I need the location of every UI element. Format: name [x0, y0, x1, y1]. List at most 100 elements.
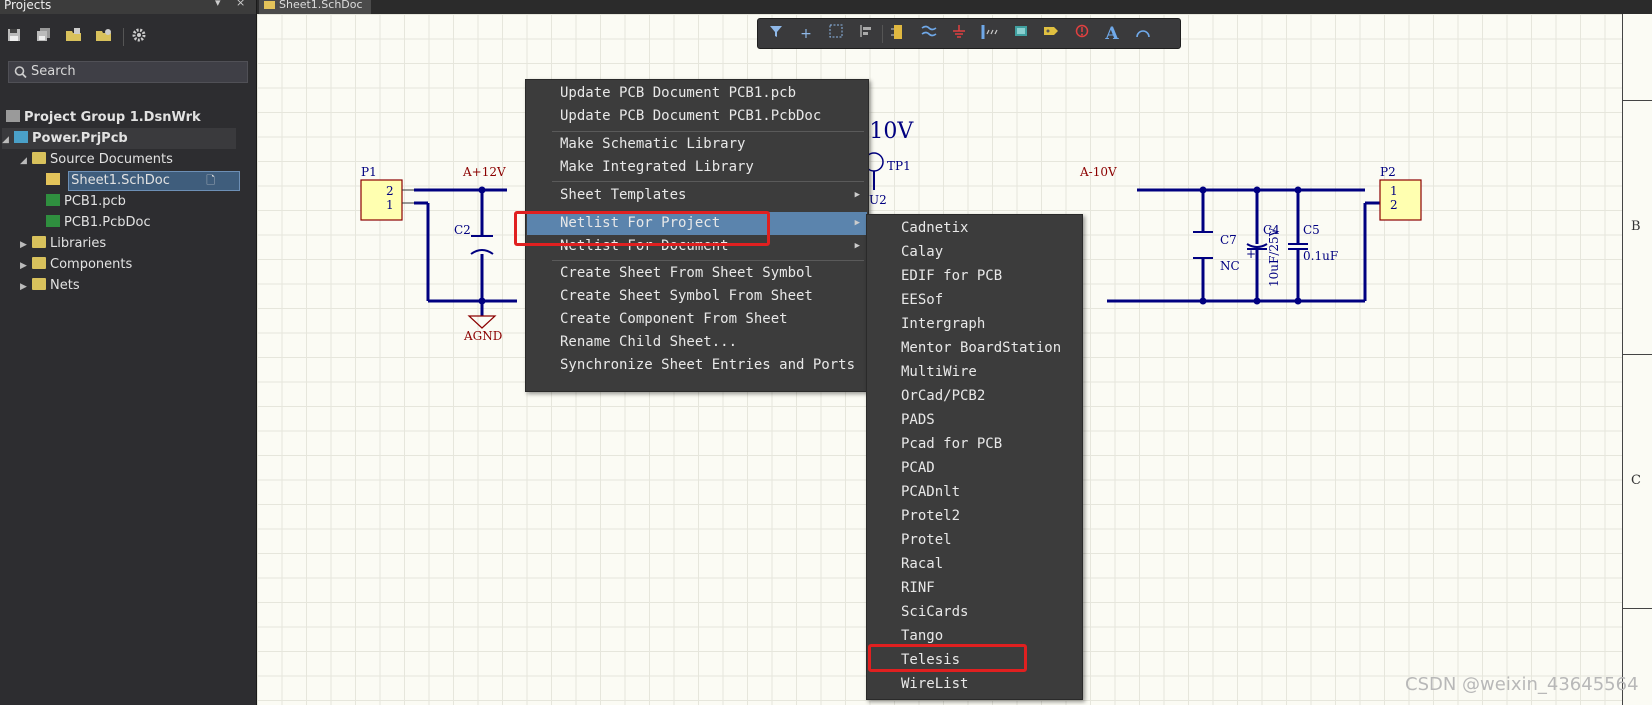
- expand-arrow-icon[interactable]: ▶: [20, 277, 32, 298]
- toolbar-divider: [882, 25, 883, 43]
- folder-icon: [32, 152, 46, 164]
- open-project-icon[interactable]: [66, 28, 82, 44]
- wire-icon[interactable]: [919, 24, 939, 44]
- menu-item-create-component-from-sheet[interactable]: Create Component From Sheet: [527, 308, 867, 331]
- menu-item-make-integrated-library[interactable]: Make Integrated Library: [527, 156, 867, 179]
- tree-item-power-project[interactable]: ◢ Power.PrjPcb: [2, 128, 236, 149]
- agnd-symbol: [467, 315, 497, 329]
- capacitor-c2: [470, 235, 494, 255]
- u2-label: U2: [869, 193, 887, 207]
- menu-item-rename-child-sheet[interactable]: Rename Child Sheet...: [527, 331, 867, 354]
- submenu-item-eesof[interactable]: EESof: [868, 289, 1081, 312]
- bus-icon[interactable]: [980, 24, 1000, 44]
- menu-item-sheet-templates[interactable]: Sheet Templates ▶: [527, 184, 867, 207]
- menu-item-synchronize-sheet-entries[interactable]: Synchronize Sheet Entries and Ports: [527, 354, 867, 377]
- text-icon[interactable]: A: [1102, 24, 1122, 44]
- search-input[interactable]: Search: [8, 61, 248, 83]
- submenu-item-protel[interactable]: Protel: [868, 529, 1081, 552]
- menu-separator: [552, 260, 864, 261]
- folder-icon: [32, 236, 46, 248]
- c5-value: 0.1uF: [1303, 249, 1338, 263]
- search-placeholder: Search: [31, 64, 76, 79]
- sheet-border: B C: [1622, 14, 1652, 705]
- submenu-item-pads[interactable]: PADS: [868, 409, 1081, 432]
- net-label-a-minus10v: A-10V: [1079, 165, 1117, 179]
- expand-arrow-icon[interactable]: ▶: [20, 235, 32, 256]
- no-erc-icon[interactable]: [1072, 24, 1092, 44]
- tree-item-pcb1-pcbdoc[interactable]: PCB1.PcbDoc: [46, 212, 246, 233]
- submenu-item-pcad-for-pcb[interactable]: Pcad for PCB: [868, 433, 1081, 456]
- save-all-icon[interactable]: [36, 28, 52, 44]
- submenu-item-tango[interactable]: Tango: [868, 625, 1081, 648]
- submenu-item-protel2[interactable]: Protel2: [868, 505, 1081, 528]
- submenu-item-intergraph[interactable]: Intergraph: [868, 313, 1081, 336]
- tab-sheet1-schdoc[interactable]: Sheet1.SchDoc: [259, 0, 371, 14]
- panel-menu-icon[interactable]: ▾: [215, 0, 221, 8]
- projects-panel-title-bar: Projects ▾ ×: [0, 0, 256, 14]
- submenu-arrow-icon: ▶: [854, 241, 860, 251]
- submenu-item-calay[interactable]: Calay: [868, 241, 1081, 264]
- tree-item-components[interactable]: ▶ Components: [20, 254, 250, 275]
- select-rect-icon[interactable]: [826, 24, 846, 44]
- submenu-arrow-icon: ▶: [854, 218, 860, 228]
- submenu-item-racal[interactable]: Racal: [868, 553, 1081, 576]
- arc-icon[interactable]: [1133, 24, 1153, 44]
- p2-pin-1: 1: [1390, 184, 1398, 198]
- place-part-icon[interactable]: [888, 24, 908, 44]
- expand-arrow-icon[interactable]: ▶: [20, 256, 32, 277]
- tree-item-nets[interactable]: ▶ Nets: [20, 275, 250, 296]
- panel-close-icon[interactable]: ×: [236, 0, 245, 8]
- tree-item-sheet1[interactable]: Sheet1.SchDoc 🗋: [46, 170, 241, 191]
- tp1-label: TP1: [887, 159, 911, 173]
- collapse-arrow-icon[interactable]: ◢: [20, 151, 32, 172]
- projects-toolbar: [0, 24, 256, 50]
- align-icon[interactable]: [856, 24, 876, 44]
- c2-label: C2: [454, 223, 471, 237]
- submenu-item-cadnetix[interactable]: Cadnetix: [868, 217, 1081, 240]
- menu-item-update-pcb-pcb[interactable]: Update PCB Document PCB1.pcb: [527, 82, 867, 105]
- submenu-item-telesis[interactable]: Telesis: [868, 649, 1081, 672]
- c4-polarity: +: [1246, 247, 1256, 261]
- big-minus10v-text: -10V: [862, 119, 914, 144]
- menu-item-make-schematic-library[interactable]: Make Schematic Library: [527, 133, 867, 156]
- tree-item-pcb1-pcb[interactable]: PCB1.pcb: [46, 191, 246, 212]
- netlist-submenu: Cadnetix Calay EDIF for PCB EESof Interg…: [866, 214, 1083, 700]
- c7-label: C7: [1220, 233, 1237, 247]
- menu-item-netlist-for-document[interactable]: Netlist For Document ▶: [527, 235, 867, 258]
- menu-item-netlist-for-project[interactable]: Netlist For Project ▶: [527, 212, 867, 235]
- port-icon[interactable]: [1041, 24, 1061, 44]
- power-port-icon[interactable]: [949, 24, 969, 44]
- document-icon: 🗋: [206, 174, 216, 187]
- menu-item-create-symbol-from-sheet[interactable]: Create Sheet Symbol From Sheet: [527, 285, 867, 308]
- submenu-item-mentor-boardstation[interactable]: Mentor BoardStation: [868, 337, 1081, 360]
- collapse-arrow-icon[interactable]: ◢: [2, 130, 14, 151]
- submenu-item-edif-for-pcb[interactable]: EDIF for PCB: [868, 265, 1081, 288]
- submenu-item-pcad[interactable]: PCAD: [868, 457, 1081, 480]
- menu-item-create-sheet-from-symbol[interactable]: Create Sheet From Sheet Symbol: [527, 262, 867, 285]
- p1-label: P1: [361, 165, 377, 179]
- submenu-item-scicards[interactable]: SciCards: [868, 601, 1081, 624]
- submenu-item-pcadnlt[interactable]: PCADnlt: [868, 481, 1081, 504]
- settings-icon[interactable]: [131, 28, 147, 44]
- submenu-item-orcad-pcb2[interactable]: OrCad/PCB2: [868, 385, 1081, 408]
- tree-item-source-documents[interactable]: ◢ Source Documents: [20, 149, 250, 170]
- submenu-arrow-icon: ▶: [854, 190, 860, 200]
- p1-pin-2: 2: [386, 184, 394, 198]
- pcb-doc-icon: [46, 194, 60, 206]
- save-icon[interactable]: [6, 28, 22, 44]
- pcb-doc-icon: [46, 215, 60, 227]
- cross-probe-icon[interactable]: +: [796, 24, 816, 44]
- submenu-item-rinf[interactable]: RINF: [868, 577, 1081, 600]
- submenu-item-multiwire[interactable]: MultiWire: [868, 361, 1081, 384]
- menu-item-update-pcb-pcbdoc[interactable]: Update PCB Document PCB1.PcbDoc: [527, 105, 867, 128]
- tree-item-libraries[interactable]: ▶ Libraries: [20, 233, 250, 254]
- open-folder-icon[interactable]: [96, 28, 112, 44]
- submenu-item-wirelist[interactable]: WireList: [868, 673, 1081, 696]
- folder-icon: [32, 278, 46, 290]
- projects-panel-title: Projects: [4, 0, 52, 12]
- harness-icon[interactable]: [1011, 24, 1031, 44]
- filter-icon[interactable]: [766, 24, 786, 44]
- tree-item-project-group[interactable]: Project Group 1.DsnWrk: [6, 107, 250, 128]
- connector-p1: [360, 179, 403, 221]
- agnd-label: AGND: [463, 329, 502, 343]
